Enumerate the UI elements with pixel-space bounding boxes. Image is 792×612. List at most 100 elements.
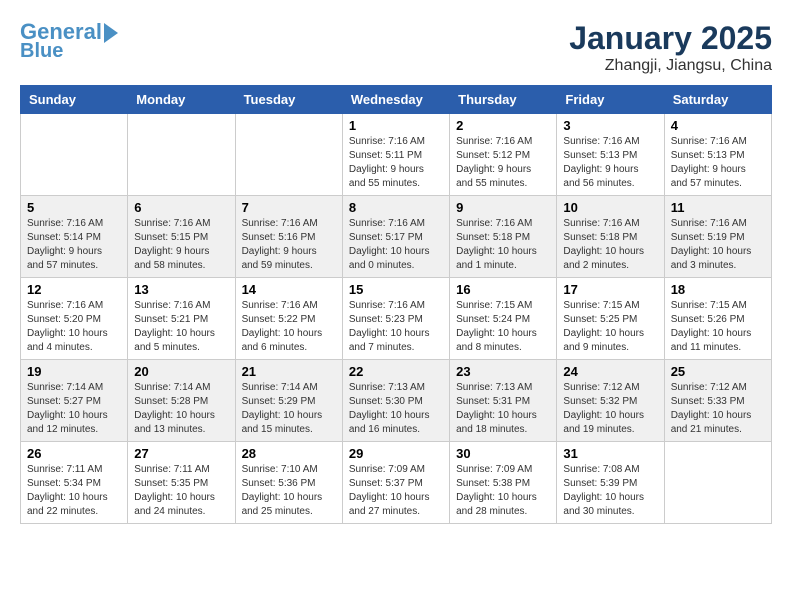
logo-blue: Blue (20, 40, 63, 62)
month-title: January 2025 (569, 20, 772, 57)
cell-date-number: 12 (27, 282, 121, 297)
cell-info: Sunrise: 7:13 AMSunset: 5:31 PMDaylight:… (456, 381, 550, 437)
cell-info: Sunrise: 7:13 AMSunset: 5:30 PMDaylight:… (349, 381, 443, 437)
calendar-week-row: 5 Sunrise: 7:16 AMSunset: 5:14 PMDaylight… (21, 196, 772, 278)
calendar-cell: 7 Sunrise: 7:16 AMSunset: 5:16 PMDaylight… (235, 196, 342, 278)
cell-date-number: 23 (456, 364, 550, 379)
calendar-cell: 14 Sunrise: 7:16 AMSunset: 5:22 PMDayligh… (235, 278, 342, 360)
cell-date-number: 4 (671, 118, 765, 133)
calendar-cell: 12 Sunrise: 7:16 AMSunset: 5:20 PMDayligh… (21, 278, 128, 360)
calendar-cell: 29Sunrise: 7:09 AMSunset: 5:37 PMDayligh… (342, 442, 449, 524)
cell-date-number: 16 (456, 282, 550, 297)
cell-date-number: 29 (349, 446, 443, 461)
cell-info: Sunrise: 7:16 AMSunset: 5:19 PMDaylight:… (671, 217, 765, 273)
cell-date-number: 6 (134, 200, 228, 215)
calendar-cell (21, 114, 128, 196)
cell-info: Sunrise: 7:16 AMSunset: 5:12 PMDaylight:… (456, 135, 550, 191)
calendar-cell: 5 Sunrise: 7:16 AMSunset: 5:14 PMDaylight… (21, 196, 128, 278)
cell-date-number: 10 (563, 200, 657, 215)
cell-date-number: 26 (27, 446, 121, 461)
calendar-week-row: 26 Sunrise: 7:11 AMSunset: 5:34 PMDayligh… (21, 442, 772, 524)
cell-info: Sunrise: 7:16 AMSunset: 5:21 PMDaylight:… (134, 299, 228, 355)
cell-date-number: 28 (242, 446, 336, 461)
calendar-cell: 8Sunrise: 7:16 AMSunset: 5:17 PMDaylight… (342, 196, 449, 278)
calendar-cell: 1 Sunrise: 7:16 AMSunset: 5:11 PMDaylight… (342, 114, 449, 196)
weekday-header-row: SundayMondayTuesdayWednesdayThursdayFrid… (21, 86, 772, 114)
cell-info: Sunrise: 7:16 AMSunset: 5:11 PMDaylight:… (349, 135, 443, 191)
cell-info: Sunrise: 7:08 AMSunset: 5:39 PMDaylight:… (563, 463, 657, 519)
cell-info: Sunrise: 7:16 AMSunset: 5:15 PMDaylight:… (134, 217, 228, 273)
cell-info: Sunrise: 7:16 AMSunset: 5:23 PMDaylight:… (349, 299, 443, 355)
calendar-cell: 15Sunrise: 7:16 AMSunset: 5:23 PMDayligh… (342, 278, 449, 360)
cell-date-number: 1 (349, 118, 443, 133)
cell-info: Sunrise: 7:15 AMSunset: 5:26 PMDaylight:… (671, 299, 765, 355)
cell-date-number: 27 (134, 446, 228, 461)
calendar-cell: 22 Sunrise: 7:13 AMSunset: 5:30 PMDayligh… (342, 360, 449, 442)
weekday-header-thursday: Thursday (450, 86, 557, 114)
location-title: Zhangji, Jiangsu, China (569, 57, 772, 75)
calendar-cell: 23 Sunrise: 7:13 AMSunset: 5:31 PMDayligh… (450, 360, 557, 442)
calendar-cell: 3Sunrise: 7:16 AMSunset: 5:13 PMDaylight… (557, 114, 664, 196)
calendar-cell: 9Sunrise: 7:16 AMSunset: 5:18 PMDaylight… (450, 196, 557, 278)
weekday-header-wednesday: Wednesday (342, 86, 449, 114)
cell-date-number: 13 (134, 282, 228, 297)
cell-info: Sunrise: 7:12 AMSunset: 5:32 PMDaylight:… (563, 381, 657, 437)
cell-date-number: 2 (456, 118, 550, 133)
cell-info: Sunrise: 7:16 AMSunset: 5:22 PMDaylight:… (242, 299, 336, 355)
calendar-cell: 13 Sunrise: 7:16 AMSunset: 5:21 PMDayligh… (128, 278, 235, 360)
calendar-cell: 20 Sunrise: 7:14 AMSunset: 5:28 PMDayligh… (128, 360, 235, 442)
cell-date-number: 14 (242, 282, 336, 297)
cell-info: Sunrise: 7:16 AMSunset: 5:13 PMDaylight:… (671, 135, 765, 191)
cell-date-number: 20 (134, 364, 228, 379)
cell-info: Sunrise: 7:14 AMSunset: 5:27 PMDaylight:… (27, 381, 121, 437)
cell-date-number: 31 (563, 446, 657, 461)
weekday-header-friday: Friday (557, 86, 664, 114)
calendar-cell: 24 Sunrise: 7:12 AMSunset: 5:32 PMDayligh… (557, 360, 664, 442)
cell-info: Sunrise: 7:14 AMSunset: 5:29 PMDaylight:… (242, 381, 336, 437)
calendar-cell: 26 Sunrise: 7:11 AMSunset: 5:34 PMDayligh… (21, 442, 128, 524)
calendar-cell: 27Sunrise: 7:11 AMSunset: 5:35 PMDayligh… (128, 442, 235, 524)
calendar-cell: 2 Sunrise: 7:16 AMSunset: 5:12 PMDaylight… (450, 114, 557, 196)
cell-date-number: 24 (563, 364, 657, 379)
cell-info: Sunrise: 7:11 AMSunset: 5:34 PMDaylight:… (27, 463, 121, 519)
cell-date-number: 30 (456, 446, 550, 461)
cell-date-number: 22 (349, 364, 443, 379)
cell-date-number: 9 (456, 200, 550, 215)
cell-date-number: 17 (563, 282, 657, 297)
cell-info: Sunrise: 7:15 AMSunset: 5:25 PMDaylight:… (563, 299, 657, 355)
cell-info: Sunrise: 7:14 AMSunset: 5:28 PMDaylight:… (134, 381, 228, 437)
calendar-cell: 30 Sunrise: 7:09 AMSunset: 5:38 PMDayligh… (450, 442, 557, 524)
cell-info: Sunrise: 7:09 AMSunset: 5:38 PMDaylight:… (456, 463, 550, 519)
cell-info: Sunrise: 7:16 AMSunset: 5:14 PMDaylight:… (27, 217, 121, 273)
calendar-cell: 18 Sunrise: 7:15 AMSunset: 5:26 PMDayligh… (664, 278, 771, 360)
cell-info: Sunrise: 7:15 AMSunset: 5:24 PMDaylight:… (456, 299, 550, 355)
title-block: January 2025 Zhangji, Jiangsu, China (569, 20, 772, 75)
calendar-cell: 4 Sunrise: 7:16 AMSunset: 5:13 PMDaylight… (664, 114, 771, 196)
cell-date-number: 25 (671, 364, 765, 379)
weekday-header-saturday: Saturday (664, 86, 771, 114)
calendar-cell: 11Sunrise: 7:16 AMSunset: 5:19 PMDayligh… (664, 196, 771, 278)
cell-date-number: 19 (27, 364, 121, 379)
cell-info: Sunrise: 7:16 AMSunset: 5:16 PMDaylight:… (242, 217, 336, 273)
page-header: General Blue January 2025 Zhangji, Jiang… (20, 20, 772, 75)
calendar-week-row: 1 Sunrise: 7:16 AMSunset: 5:11 PMDaylight… (21, 114, 772, 196)
cell-info: Sunrise: 7:16 AMSunset: 5:17 PMDaylight:… (349, 217, 443, 273)
cell-info: Sunrise: 7:10 AMSunset: 5:36 PMDaylight:… (242, 463, 336, 519)
cell-info: Sunrise: 7:16 AMSunset: 5:20 PMDaylight:… (27, 299, 121, 355)
calendar-cell: 6 Sunrise: 7:16 AMSunset: 5:15 PMDaylight… (128, 196, 235, 278)
logo: General Blue (20, 20, 118, 62)
cell-date-number: 18 (671, 282, 765, 297)
calendar-cell: 17 Sunrise: 7:15 AMSunset: 5:25 PMDayligh… (557, 278, 664, 360)
calendar-cell: 25 Sunrise: 7:12 AMSunset: 5:33 PMDayligh… (664, 360, 771, 442)
calendar-cell: 28 Sunrise: 7:10 AMSunset: 5:36 PMDayligh… (235, 442, 342, 524)
calendar-cell: 31 Sunrise: 7:08 AMSunset: 5:39 PMDayligh… (557, 442, 664, 524)
calendar-table: SundayMondayTuesdayWednesdayThursdayFrid… (20, 85, 772, 524)
cell-date-number: 5 (27, 200, 121, 215)
calendar-week-row: 19 Sunrise: 7:14 AMSunset: 5:27 PMDayligh… (21, 360, 772, 442)
cell-info: Sunrise: 7:12 AMSunset: 5:33 PMDaylight:… (671, 381, 765, 437)
calendar-cell (235, 114, 342, 196)
cell-info: Sunrise: 7:16 AMSunset: 5:18 PMDaylight:… (563, 217, 657, 273)
calendar-cell: 19 Sunrise: 7:14 AMSunset: 5:27 PMDayligh… (21, 360, 128, 442)
calendar-week-row: 12 Sunrise: 7:16 AMSunset: 5:20 PMDayligh… (21, 278, 772, 360)
cell-date-number: 7 (242, 200, 336, 215)
